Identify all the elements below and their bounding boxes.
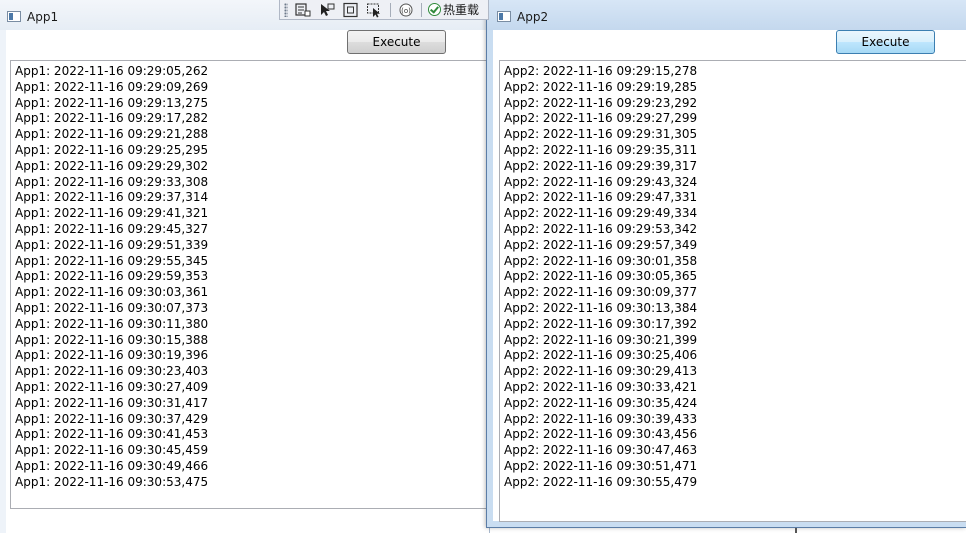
app2-log-line: App2: 2022-11-16 09:30:09,377 (504, 285, 698, 300)
app2-log-line: App2: 2022-11-16 09:29:53,342 (504, 221, 698, 236)
app1-log-line: App1: 2022-11-16 09:30:41,453 (15, 427, 209, 442)
app1-log-line: App1: 2022-11-16 09:29:41,321 (15, 206, 209, 221)
app2-log-line: App2: 2022-11-16 09:29:15,278 (504, 64, 698, 78)
app2-log-line: App2: 2022-11-16 09:29:47,331 (504, 190, 698, 205)
app1-log-line: App1: 2022-11-16 09:30:45,459 (15, 443, 209, 458)
app1-log-line: App1: 2022-11-16 09:30:23,403 (15, 364, 209, 379)
app2-log-line: App2: 2022-11-16 09:29:23,292 (504, 95, 698, 110)
app1-log-line: App1: 2022-11-16 09:30:31,417 (15, 395, 209, 410)
app1-log-line: App1: 2022-11-16 09:30:11,380 (15, 316, 209, 331)
track-focus-icon[interactable] (366, 2, 384, 18)
app2-log-line: App2: 2022-11-16 09:29:43,324 (504, 174, 698, 189)
app1-log-line: App1: 2022-11-16 09:29:25,295 (15, 142, 209, 157)
app1-log-line: App1: 2022-11-16 09:29:05,262 (15, 64, 209, 78)
app2-log-line: App2: 2022-11-16 09:30:35,424 (504, 395, 698, 410)
app2-execute-button[interactable]: Execute (836, 30, 935, 54)
app1-log-line: App1: 2022-11-16 09:30:15,388 (15, 332, 209, 347)
app2-log-line: App2: 2022-11-16 09:29:39,317 (504, 158, 698, 173)
app2-log-line: App2: 2022-11-16 09:30:39,433 (504, 411, 698, 426)
hot-reload-check-icon (428, 3, 441, 16)
xaml-debug-toolbar: (o) 热重载 (279, 0, 489, 20)
app2-log-line: App2: 2022-11-16 09:29:49,334 (504, 206, 698, 221)
app2-log-line: App2: 2022-11-16 09:30:21,399 (504, 332, 698, 347)
app2-log-line: App2: 2022-11-16 09:30:17,392 (504, 316, 698, 331)
app1-log-line: App1: 2022-11-16 09:29:17,282 (15, 111, 209, 126)
app1-log-line: App1: 2022-11-16 09:29:59,353 (15, 269, 209, 284)
app1-log-line: App1: 2022-11-16 09:29:21,288 (15, 127, 209, 142)
app2-window: App2 Execute App2: 2022-11-16 09:29:15,2… (486, 0, 966, 528)
app2-client-area: Execute App2: 2022-11-16 09:29:15,278 App… (493, 30, 966, 522)
app1-log-line: App1: 2022-11-16 09:29:13,275 (15, 95, 209, 110)
app2-log-line: App2: 2022-11-16 09:30:29,413 (504, 364, 698, 379)
toolbar-separator (421, 2, 422, 17)
app1-log-line: App1: 2022-11-16 09:30:03,361 (15, 285, 209, 300)
app1-log-line: App1: 2022-11-16 09:29:45,327 (15, 221, 209, 236)
app1-log-line: App1: 2022-11-16 09:29:29,302 (15, 158, 209, 173)
app1-log-line: App1: 2022-11-16 09:30:37,429 (15, 411, 209, 426)
app1-log-line: App1: 2022-11-16 09:30:19,396 (15, 348, 209, 363)
app2-log-line: App2: 2022-11-16 09:30:55,479 (504, 474, 698, 489)
app2-window-icon (497, 11, 511, 22)
app2-titlebar[interactable]: App2 (487, 0, 966, 30)
app2-log-line: App2: 2022-11-16 09:29:27,299 (504, 111, 698, 126)
hot-reload-button[interactable]: 热重载 (428, 1, 479, 18)
app2-log-line: App2: 2022-11-16 09:30:33,421 (504, 379, 698, 394)
app1-log-line: App1: 2022-11-16 09:30:07,373 (15, 300, 209, 315)
app1-log-line: App1: 2022-11-16 09:30:53,475 (15, 474, 209, 489)
app2-log-line: App2: 2022-11-16 09:30:05,365 (504, 269, 698, 284)
live-visual-tree-icon[interactable] (294, 2, 312, 18)
app2-log-line: App2: 2022-11-16 09:30:43,456 (504, 427, 698, 442)
app2-title: App2 (517, 10, 549, 24)
app1-window: App1 Execute App1: 2022-11-16 09:29:05,2… (0, 0, 490, 533)
hot-reload-label: 热重载 (443, 3, 480, 17)
app1-log-line: App1: 2022-11-16 09:29:09,269 (15, 79, 209, 94)
app1-execute-button[interactable]: Execute (347, 30, 446, 54)
app1-log-textbox[interactable]: App1: 2022-11-16 09:29:05,262 App1: 2022-… (10, 60, 490, 509)
app1-log-line: App1: 2022-11-16 09:29:55,345 (15, 253, 209, 268)
app2-log-line: App2: 2022-11-16 09:29:31,305 (504, 127, 698, 142)
app2-log-line: App2: 2022-11-16 09:30:51,471 (504, 458, 698, 473)
app2-log-textbox[interactable]: App2: 2022-11-16 09:29:15,278 App2: 2022-… (499, 60, 966, 522)
app2-log-line: App2: 2022-11-16 09:30:13,384 (504, 300, 698, 315)
app1-log-line: App1: 2022-11-16 09:29:37,314 (15, 190, 209, 205)
app1-log-line: App1: 2022-11-16 09:29:51,339 (15, 237, 209, 252)
app1-log-line: App1: 2022-11-16 09:30:49,466 (15, 458, 209, 473)
app2-log-line: App2: 2022-11-16 09:30:01,358 (504, 253, 698, 268)
select-element-icon[interactable] (318, 2, 336, 18)
app1-log-line: App1: 2022-11-16 09:29:33,308 (15, 174, 209, 189)
app2-log-line: App2: 2022-11-16 09:29:19,285 (504, 79, 698, 94)
app2-log-line: App2: 2022-11-16 09:29:35,311 (504, 142, 698, 157)
app1-log-line: App1: 2022-11-16 09:30:27,409 (15, 379, 209, 394)
app2-log-line: App2: 2022-11-16 09:29:57,349 (504, 237, 698, 252)
background-window-edge (795, 528, 797, 533)
svg-text:(o): (o) (401, 7, 411, 15)
binding-failures-icon[interactable]: (o) (397, 2, 415, 18)
app1-window-icon (7, 11, 21, 22)
display-layout-adorners-icon[interactable] (342, 2, 360, 18)
app2-log-line: App2: 2022-11-16 09:30:47,463 (504, 443, 698, 458)
app1-client-area: Execute App1: 2022-11-16 09:29:05,262 App… (6, 30, 490, 533)
app2-log-line: App2: 2022-11-16 09:30:25,406 (504, 348, 698, 363)
app1-title: App1 (27, 10, 59, 24)
toolbar-separator (390, 2, 391, 17)
toolbar-grip[interactable] (284, 2, 288, 17)
